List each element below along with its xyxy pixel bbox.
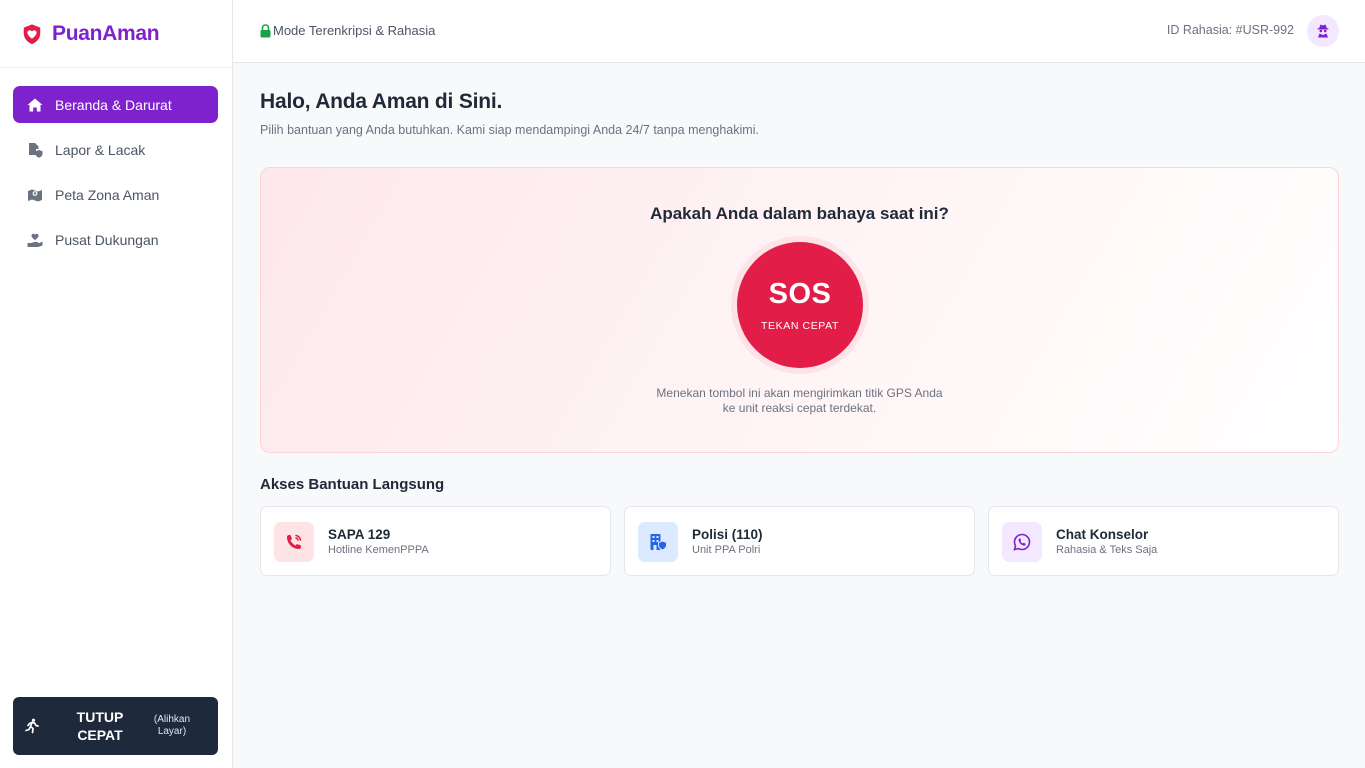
sos-panel: Apakah Anda dalam bahaya saat ini? SOS T… <box>260 167 1339 453</box>
quick-exit-label: TUTUP CEPAT <box>76 709 124 743</box>
map-icon <box>27 187 43 203</box>
quick-exit-sublabel: (Alihkan Layar) <box>153 714 191 737</box>
sos-question: Apakah Anda dalam bahaya saat ini? <box>650 204 949 223</box>
sos-button[interactable]: SOS TEKAN CEPAT <box>737 242 863 368</box>
brand[interactable]: PuanAman <box>0 0 232 68</box>
page-title: Halo, Anda Aman di Sini. <box>260 90 503 113</box>
help-card-polisi[interactable]: Polisi (110) Unit PPA Polri <box>624 506 975 576</box>
running-person-icon <box>24 718 40 734</box>
encryption-status: Mode Terenkripsi & Rahasia <box>260 23 435 38</box>
sidebar-item-label: Beranda & Darurat <box>55 96 172 113</box>
sidebar-item-label: Pusat Dukungan <box>55 231 159 248</box>
file-shield-icon <box>27 142 43 158</box>
hand-holding-heart-icon <box>27 232 43 248</box>
sidebar-item-label: Lapor & Lacak <box>55 141 146 158</box>
sidebar: PuanAman Beranda & Darurat Lapor & Lacak… <box>0 0 233 768</box>
page-subtitle: Pilih bantuan yang Anda butuhkan. Kami s… <box>260 123 759 137</box>
sos-button-label: SOS <box>768 278 832 310</box>
help-card-subtitle: Unit PPA Polri <box>692 544 761 556</box>
help-card-title: SAPA 129 <box>328 527 391 542</box>
brand-name: PuanAman <box>52 21 160 45</box>
sos-button-sublabel: TEKAN CEPAT <box>761 320 839 332</box>
lock-icon <box>260 23 271 37</box>
direct-help-title: Akses Bantuan Langsung <box>260 476 445 493</box>
sos-note-line: Menekan tombol ini akan mengirimkan titi… <box>656 386 943 400</box>
avatar[interactable] <box>1307 15 1339 47</box>
help-card-chat[interactable]: Chat Konselor Rahasia & Teks Saja <box>988 506 1339 576</box>
encryption-label: Mode Terenkripsi & Rahasia <box>273 23 436 38</box>
home-icon <box>27 97 43 113</box>
building-shield-icon <box>638 522 678 562</box>
sidebar-nav: Beranda & Darurat Lapor & Lacak Peta Zon… <box>0 68 232 258</box>
sidebar-item-beranda[interactable]: Beranda & Darurat <box>13 86 218 123</box>
sidebar-item-dukungan[interactable]: Pusat Dukungan <box>13 221 218 258</box>
sidebar-item-label: Peta Zona Aman <box>55 186 160 203</box>
user-id: ID Rahasia: #USR-992 <box>1166 23 1294 37</box>
help-card-subtitle: Hotline KemenPPPA <box>328 544 429 556</box>
quick-exit-button[interactable]: TUTUP CEPAT (Alihkan Layar) <box>13 697 218 755</box>
sidebar-item-peta[interactable]: Peta Zona Aman <box>13 176 218 213</box>
help-card-title: Polisi (110) <box>692 527 763 542</box>
phone-volume-icon <box>274 522 314 562</box>
heart-shield-icon <box>23 23 41 44</box>
help-card-title: Chat Konselor <box>1056 527 1149 542</box>
help-card-subtitle: Rahasia & Teks Saja <box>1056 544 1158 556</box>
sos-note-line: ke unit reaksi cepat terdekat. <box>722 401 877 415</box>
whatsapp-icon <box>1002 522 1042 562</box>
user-secret-icon <box>1317 24 1329 38</box>
sos-note: Menekan tombol ini akan mengirimkan titi… <box>261 386 1338 416</box>
top-bar: Mode Terenkripsi & Rahasia ID Rahasia: #… <box>233 0 1365 63</box>
help-card-sapa[interactable]: SAPA 129 Hotline KemenPPPA <box>260 506 611 576</box>
sidebar-item-lapor[interactable]: Lapor & Lacak <box>13 131 218 168</box>
